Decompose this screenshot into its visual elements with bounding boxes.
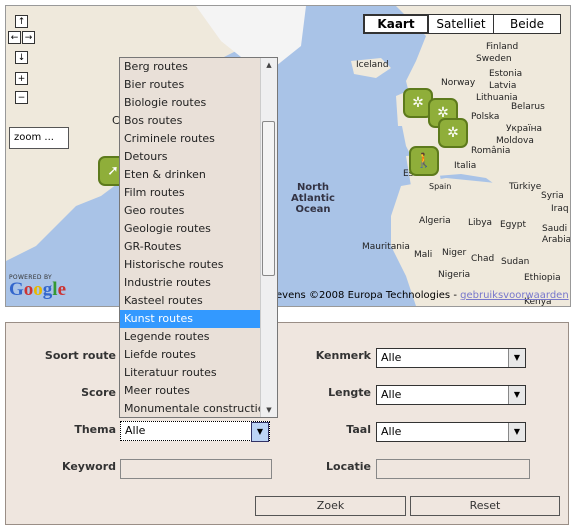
search-button[interactable]: Zoek [255, 496, 406, 516]
thema-option[interactable]: Bos routes [120, 112, 277, 130]
chevron-down-icon[interactable]: ▼ [508, 386, 525, 404]
map-label: Україна [506, 124, 543, 134]
map-label: Belarus [511, 102, 545, 112]
map-label: Iraq [551, 204, 569, 214]
google-logo[interactable]: POWERED BY Google [9, 274, 66, 299]
dropdown-scrollbar[interactable]: ▲ ▼ [260, 58, 277, 417]
google-wordmark: Google [9, 279, 66, 300]
pan-down-button[interactable]: ↓ [15, 51, 28, 64]
thema-option[interactable]: Literatuur routes [120, 364, 277, 382]
maptype-beide-button[interactable]: Beide [493, 14, 561, 34]
thema-option[interactable]: Industrie routes [120, 274, 277, 292]
thema-option[interactable]: Liefde routes [120, 346, 277, 364]
map-label: Egypt [500, 220, 526, 230]
zoom-box[interactable]: zoom ... [9, 127, 69, 149]
scroll-down-icon[interactable]: ▼ [261, 403, 277, 417]
thema-option[interactable]: Legende routes [120, 328, 277, 346]
map-label: Sudan [501, 257, 530, 267]
ocean-label: North Atlantic Ocean [291, 182, 335, 215]
thema-option[interactable]: Kunst routes [120, 310, 277, 328]
zoom-in-button[interactable]: + [15, 72, 28, 85]
lengte-select[interactable]: Alle ▼ [376, 385, 526, 405]
thema-option[interactable]: Meer routes [120, 382, 277, 400]
thema-option[interactable]: Bier routes [120, 76, 277, 94]
score-label: Score [81, 386, 116, 399]
thema-option[interactable]: Monumentale constructies [120, 400, 277, 417]
map-label: Mauritania [362, 242, 410, 252]
kenmerk-select-value: Alle [381, 351, 402, 364]
thema-option[interactable]: GR-Routes [120, 238, 277, 256]
map-label: Nigeria [438, 270, 471, 280]
thema-select[interactable]: Alle ▼ [120, 421, 270, 442]
route-map[interactable]: ↑ ← → ↓ + − zoom ... Kaart Satelliet Bei… [5, 5, 571, 307]
map-label: Norway [441, 78, 476, 88]
thema-option[interactable]: Geologie routes [120, 220, 277, 238]
pan-up-button[interactable]: ↑ [15, 15, 28, 28]
map-label: Italia [454, 161, 477, 171]
scroll-up-icon[interactable]: ▲ [261, 58, 277, 72]
locatie-input[interactable] [376, 459, 530, 479]
route-marker[interactable]: ✲ [438, 118, 468, 148]
lengte-select-value: Alle [381, 388, 402, 401]
thema-option[interactable]: Detours [120, 148, 277, 166]
map-label: Sweden [476, 54, 512, 64]
thema-option[interactable]: Historische routes [120, 256, 277, 274]
soort-route-label: Soort route [44, 349, 116, 362]
map-label: Moldova [496, 136, 534, 146]
map-label: Polska [471, 112, 500, 122]
map-label: Ethiopia [524, 273, 561, 283]
thema-option[interactable]: Berg routes [120, 58, 277, 76]
map-label: Syria [541, 191, 564, 201]
thema-option[interactable]: Criminele routes [120, 130, 277, 148]
map-label: Latvia [489, 81, 517, 91]
kenmerk-select[interactable]: Alle ▼ [376, 348, 526, 368]
scroll-thumb[interactable] [262, 121, 275, 276]
map-label: Niger [442, 248, 467, 258]
locatie-label: Locatie [326, 460, 371, 473]
map-label: Saudi Arabia [542, 224, 571, 245]
map-label: Iceland [356, 60, 389, 70]
map-label: Estonia [489, 69, 523, 79]
pan-right-button[interactable]: → [22, 31, 35, 44]
route-marker[interactable]: 🚶 [409, 146, 439, 176]
thema-dropdown-list[interactable]: Berg routes Bier routes Biologie routes Bos… [119, 57, 278, 418]
maptype-kaart-button[interactable]: Kaart [363, 14, 429, 34]
chevron-down-icon[interactable]: ▼ [508, 423, 525, 441]
keyword-input[interactable] [120, 459, 272, 479]
map-label: Mali [414, 250, 433, 260]
pan-left-button[interactable]: ← [8, 31, 21, 44]
thema-option[interactable]: Eten & drinken [120, 166, 277, 184]
thema-option[interactable]: Biologie routes [120, 94, 277, 112]
taal-select-value: Alle [381, 425, 402, 438]
thema-label: Thema [74, 423, 116, 436]
search-form: Soort route Score Thema Alle ▼ Keyword K… [5, 322, 569, 525]
copyright-text: evens ©2008 Europa Technologies - [276, 290, 461, 301]
keyword-label: Keyword [62, 460, 116, 473]
maptype-satelliet-button[interactable]: Satelliet [428, 14, 494, 34]
map-label: Türkiye [509, 182, 542, 192]
thema-options: Berg routes Bier routes Biologie routes Bos… [120, 58, 277, 417]
thema-option[interactable]: Film routes [120, 184, 277, 202]
map-label: Finland [486, 42, 519, 52]
thema-option[interactable]: Geo routes [120, 202, 277, 220]
map-label: Algeria [419, 216, 451, 226]
thema-select-value: Alle [125, 424, 146, 437]
map-label: Chad [471, 254, 495, 264]
map-label: Spain [429, 182, 452, 191]
taal-select[interactable]: Alle ▼ [376, 422, 526, 442]
reset-button[interactable]: Reset [410, 496, 560, 516]
map-label: Libya [468, 218, 493, 228]
zoom-out-button[interactable]: − [15, 91, 28, 104]
chevron-down-icon[interactable]: ▼ [508, 349, 525, 367]
map-copyright: evens ©2008 Europa Technologies - gebrui… [276, 290, 569, 301]
terms-link[interactable]: gebruiksvoorwaarden [460, 290, 569, 301]
map-label: România [471, 146, 511, 156]
taal-label: Taal [346, 423, 371, 436]
thema-option[interactable]: Kasteel routes [120, 292, 277, 310]
